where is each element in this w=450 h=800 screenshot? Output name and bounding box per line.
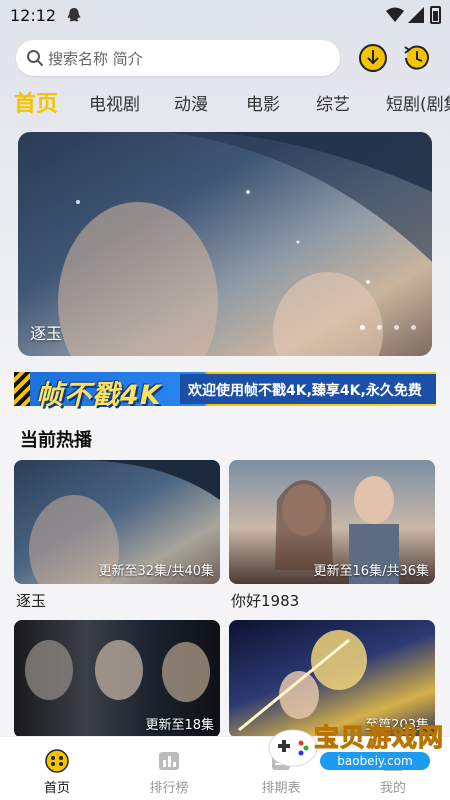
promo-message: 欢迎使用帧不戳4K,臻享4K,永久免费: [188, 383, 422, 399]
episode-status: 更新至32集/共40集: [98, 564, 214, 579]
nav-label: 排行榜: [149, 781, 189, 796]
gamepad-icon: [268, 729, 318, 767]
nav-label: 首页: [43, 781, 70, 796]
status-time: 12:12: [10, 6, 57, 25]
promo-message-box: 欢迎使用帧不戳4K,臻享4K,永久免费: [180, 374, 436, 404]
search-placeholder: 搜索名称 简介: [48, 50, 143, 68]
carousel-indicator: [353, 315, 416, 334]
promo-stripes: [14, 372, 30, 406]
battery-icon: [430, 6, 441, 24]
show-poster: 更新至32集/共40集: [14, 460, 220, 584]
history-icon[interactable]: [400, 41, 434, 75]
tab-anime[interactable]: 动漫: [174, 90, 208, 115]
watermark-text: 宝贝游戏网: [313, 723, 445, 753]
carousel-dot: [376, 325, 382, 330]
hero-banner[interactable]: 逐玉: [18, 132, 432, 356]
search-bar[interactable]: 搜索名称 简介: [16, 40, 340, 76]
show-title: 你好1983: [231, 592, 300, 610]
site-watermark: 宝贝游戏网 baobeiy.com: [268, 718, 450, 800]
tab-home[interactable]: 首页: [14, 86, 58, 118]
tab-movie[interactable]: 电影: [246, 90, 280, 115]
tab-tv-series[interactable]: 电视剧: [89, 90, 140, 115]
carousel-dot: [411, 325, 416, 330]
category-tabs: 首页 电视剧 动漫 电影 综艺 短剧(剧集: [0, 84, 450, 124]
watermark-url: baobeiy.com: [320, 752, 430, 770]
qq-notification-icon: [67, 8, 81, 22]
ranking-icon: [159, 752, 179, 770]
episode-status: 更新至16集/共36集: [313, 564, 429, 579]
home-icon: [45, 749, 69, 773]
section-title-now-playing: 当前热播: [20, 430, 92, 451]
signal-icon: [408, 7, 424, 23]
promo-logo-text: 帧不戳4K: [36, 380, 162, 411]
promo-banner[interactable]: 帧不戳4K 欢迎使用帧不戳4K,臻享4K,永久免费: [14, 372, 436, 411]
show-poster: 更新至16集/共36集: [229, 460, 435, 584]
wifi-icon: [386, 7, 404, 22]
carousel-dot: [393, 325, 399, 330]
tab-variety[interactable]: 综艺: [316, 90, 350, 115]
show-title: 逐玉: [16, 592, 47, 610]
nav-home[interactable]: 首页: [12, 737, 102, 800]
download-icon[interactable]: [356, 41, 390, 75]
carousel-dot: [359, 325, 365, 330]
status-bar: 12:12: [0, 0, 450, 32]
nav-ranking[interactable]: 排行榜: [124, 737, 214, 800]
search-icon: [27, 50, 43, 66]
banner-title: 逐玉: [30, 324, 63, 343]
episode-status: 更新至18集: [145, 718, 214, 733]
tab-short-drama[interactable]: 短剧(剧集: [386, 90, 450, 115]
show-poster: 更新至18集: [14, 620, 220, 738]
